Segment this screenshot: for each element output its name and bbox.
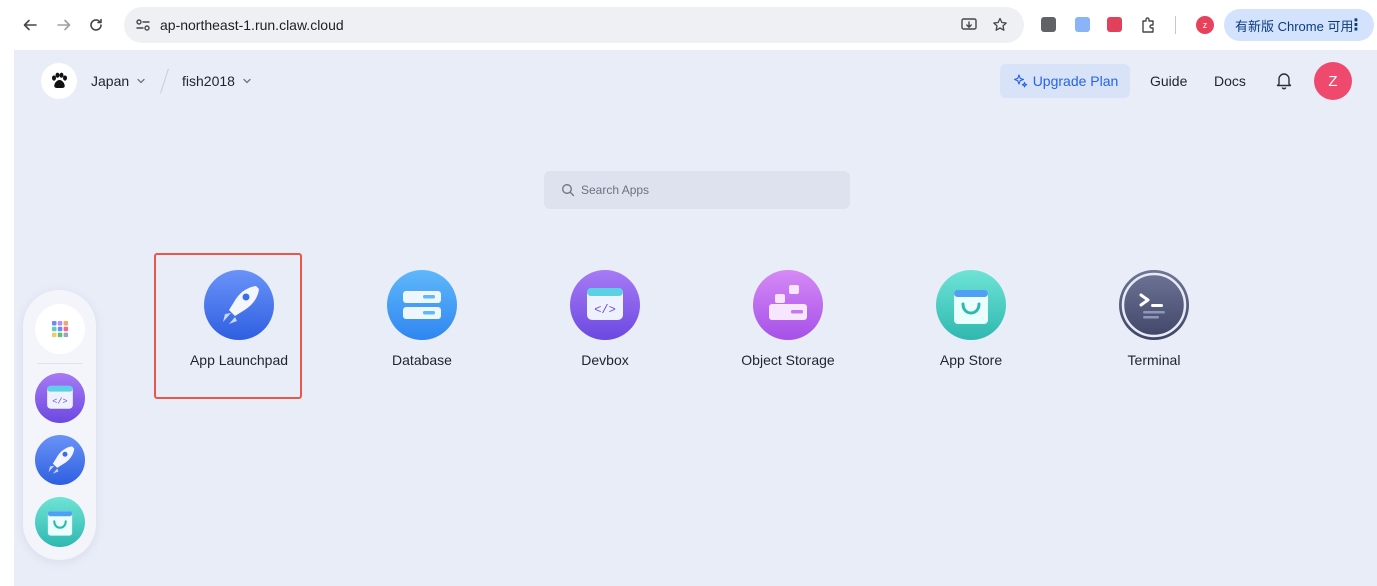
app-label: Devbox: [581, 352, 629, 368]
toolbar-divider: [1175, 16, 1176, 34]
workspace-label: fish2018: [182, 73, 235, 89]
reload-button[interactable]: [84, 13, 108, 37]
rocket-icon[interactable]: [35, 435, 85, 485]
apps-grid-icon: [52, 321, 69, 338]
app-label: Database: [392, 352, 452, 368]
database-tile[interactable]: Database: [347, 270, 497, 380]
app-store-icon: [936, 270, 1006, 340]
docs-link[interactable]: Docs: [1214, 73, 1246, 89]
database-icon: [387, 270, 457, 340]
user-avatar[interactable]: Z: [1314, 62, 1352, 100]
extensions-puzzle-icon[interactable]: [1139, 15, 1159, 35]
desktop-page: Japan fish2018 Upgrade Plan Guide Docs Z…: [14, 50, 1377, 586]
arrow-left-icon: [23, 19, 37, 31]
chrome-update-button[interactable]: 有新版 Chrome 可用 ⋮: [1224, 9, 1374, 41]
install-app-icon[interactable]: [960, 16, 978, 34]
app-store-icon[interactable]: [35, 497, 85, 547]
search-icon: [562, 184, 575, 197]
object-storage-tile[interactable]: Object Storage: [713, 270, 863, 380]
bell-icon[interactable]: [1274, 70, 1294, 90]
breadcrumb-divider: [160, 68, 169, 94]
rocket-icon: [204, 270, 274, 340]
reload-icon: [90, 18, 102, 31]
svg-text:</>: </>: [52, 397, 67, 407]
app-launchpad-tile[interactable]: App Launchpad: [164, 270, 314, 380]
url-text[interactable]: ap-northeast-1.run.claw.cloud: [160, 17, 344, 33]
chevron-down-icon: [137, 78, 145, 84]
app-label: App Launchpad: [189, 352, 289, 368]
search-placeholder: Search Apps: [581, 183, 650, 197]
dock: </>: [23, 290, 96, 560]
forward-button[interactable]: [52, 13, 76, 37]
search-apps-input[interactable]: Search Apps: [544, 171, 850, 209]
paw-icon: [52, 72, 67, 89]
guide-link[interactable]: Guide: [1150, 73, 1187, 89]
logo[interactable]: [41, 63, 77, 99]
app-label: App Store: [939, 352, 1003, 368]
region-label: Japan: [91, 73, 130, 89]
object-storage-icon: [753, 270, 823, 340]
app-label: Terminal: [1127, 352, 1181, 368]
extension-tab-icon[interactable]: [1041, 17, 1056, 32]
extension-translate-icon[interactable]: [1075, 17, 1090, 32]
address-bar[interactable]: ap-northeast-1.run.claw.cloud: [124, 7, 1024, 43]
extension-red-icon[interactable]: [1107, 17, 1122, 32]
back-button[interactable]: [18, 13, 42, 37]
devbox-icon[interactable]: </>: [35, 373, 85, 423]
arrow-right-icon: [57, 19, 71, 31]
upgrade-plan-button[interactable]: Upgrade Plan: [1000, 64, 1130, 98]
profile-avatar[interactable]: z: [1196, 16, 1214, 34]
browser-toolbar: ap-northeast-1.run.claw.cloud z 有新版 Chro…: [0, 0, 1377, 50]
app-store-tile[interactable]: App Store: [896, 270, 1046, 380]
more-menu-icon[interactable]: ⋮: [1348, 15, 1364, 35]
svg-text:</>: </>: [594, 303, 616, 317]
devbox-icon: </>: [570, 270, 640, 340]
dock-divider: [37, 363, 82, 364]
region-selector[interactable]: Japan: [91, 73, 147, 89]
terminal-tile[interactable]: Terminal: [1079, 270, 1229, 380]
workspace-selector[interactable]: fish2018: [182, 73, 253, 89]
terminal-icon: [1119, 270, 1189, 340]
apps-grid-button[interactable]: [35, 304, 85, 354]
bookmark-star-icon[interactable]: [991, 16, 1009, 34]
sparkle-icon: [1013, 74, 1027, 88]
devbox-tile[interactable]: </> Devbox: [530, 270, 680, 380]
upgrade-plan-label: Upgrade Plan: [1032, 73, 1119, 89]
app-label: Object Storage: [741, 352, 835, 368]
site-info-icon[interactable]: [134, 16, 152, 34]
update-label: 有新版 Chrome 可用: [1235, 18, 1354, 34]
chevron-down-icon: [243, 78, 251, 84]
